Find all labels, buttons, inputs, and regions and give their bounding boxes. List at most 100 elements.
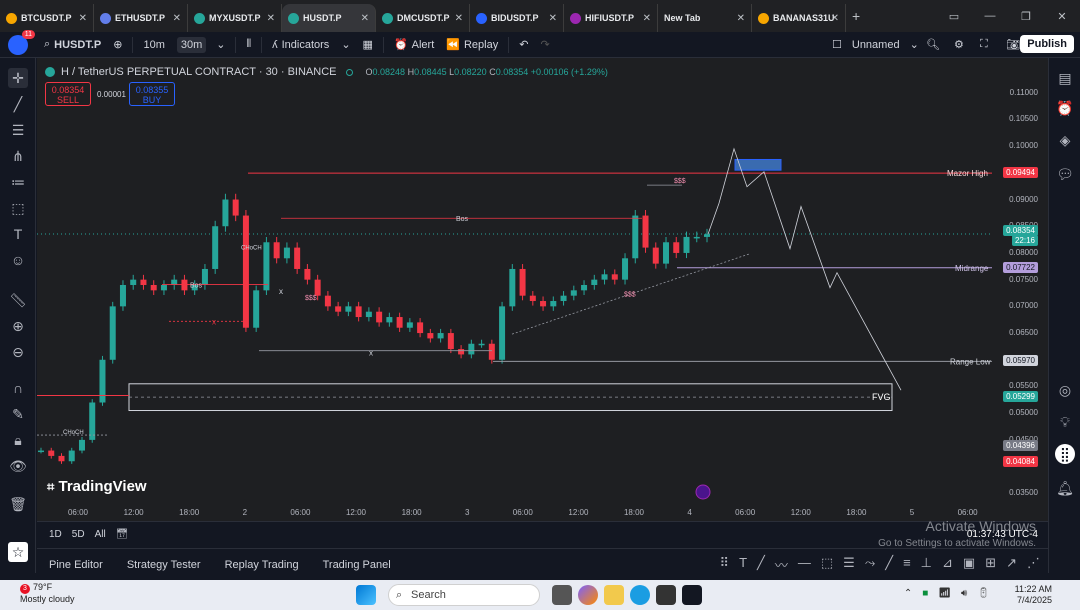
browser-tab[interactable]: DMCUSDT.P ✕ — [376, 4, 470, 32]
user-avatar[interactable]: 11 — [8, 29, 35, 55]
wifi-icon[interactable]: 📶︎ — [938, 588, 951, 599]
battery-icon[interactable]: 🔋︎ — [977, 588, 990, 599]
tab-close-icon[interactable]: ✕ — [267, 13, 275, 24]
alert-button[interactable]: ⏰ Alert — [388, 38, 440, 52]
tab-replay-trading[interactable]: Replay Trading — [213, 559, 311, 571]
buy-button[interactable]: 0.08355 BUY — [129, 82, 175, 106]
tab-close-icon[interactable]: ✕ — [361, 13, 369, 24]
browser-tab[interactable]: HIFIUSDT.P ✕ — [564, 4, 658, 32]
task-view-icon[interactable] — [552, 585, 572, 605]
text-icon[interactable]: T — [8, 224, 28, 244]
restore-button[interactable]: ❐ — [1008, 10, 1044, 23]
star-icon[interactable]: ☆ — [8, 542, 28, 562]
symbol-search[interactable]: ⌕ HUSDT.P — [38, 38, 107, 51]
file-explorer-icon[interactable] — [604, 585, 624, 605]
minimize-button[interactable]: — — [972, 10, 1008, 22]
windows-start-icon[interactable] — [356, 585, 376, 605]
chart-clock[interactable]: 01:37:43 UTC-4 — [967, 529, 1038, 540]
trendline-icon[interactable]: ╱ — [757, 555, 765, 574]
text-icon[interactable]: T — [739, 555, 747, 574]
parallel-channel-icon[interactable]: ≡ — [903, 555, 911, 574]
time-axis[interactable]: 06:00 12:00 18:00 2 06:00 12:00 18:00 3 06:00 12:… — [37, 505, 1048, 521]
alarm-clock-icon[interactable]: ⏰ — [1055, 98, 1075, 118]
price-range-icon[interactable]: ▣ — [963, 555, 975, 574]
vertical-line-icon[interactable]: ⊥ — [921, 555, 932, 574]
layers-icon[interactable]: ◈ — [1055, 130, 1075, 150]
sell-button[interactable]: 0.08354 SELL — [45, 82, 91, 106]
emoji-icon[interactable]: ☺ — [8, 250, 28, 270]
redo-button[interactable]: ↷ — [534, 38, 555, 51]
browser-tab[interactable]: BTCUSDT.P ✕ — [0, 4, 94, 32]
indicators-button[interactable]: ʎ Indicators ⌄ — [266, 38, 356, 52]
tab-trading-panel[interactable]: Trading Panel — [311, 559, 403, 571]
tab-close-icon[interactable]: ✕ — [455, 13, 463, 24]
tab-search-icon[interactable]: ▭ — [936, 10, 972, 23]
fib-icon[interactable]: ≔ — [8, 172, 28, 192]
apps-grid-icon[interactable]: ⣿ — [1055, 444, 1075, 464]
browser-tab[interactable]: BIDUSDT.P ✕ — [470, 4, 564, 32]
edge-icon[interactable] — [630, 585, 650, 605]
store-icon[interactable] — [656, 585, 676, 605]
tab-close-icon[interactable]: ✕ — [173, 13, 181, 24]
chart-type-button[interactable]: ⫴ — [240, 38, 257, 51]
chart-pane[interactable]: Mazor High Midrange Range Low FVG Bos Bos CHoC… — [37, 58, 1048, 520]
tab-close-icon[interactable]: ✕ — [79, 13, 87, 24]
ruler-icon[interactable]: 📏︎ — [8, 290, 28, 310]
copilot-icon[interactable] — [578, 585, 598, 605]
horizontal-line-icon[interactable]: — — [798, 555, 811, 574]
drag-handle-icon[interactable]: ⠿ — [720, 555, 730, 574]
close-window-button[interactable]: ✕ — [1044, 10, 1080, 23]
trendline-icon[interactable]: ╱ — [8, 94, 28, 114]
compare-button[interactable]: ⊕ — [107, 38, 128, 51]
target-icon[interactable]: ◎ — [1055, 380, 1075, 400]
replay-button[interactable]: ⏪ Replay — [440, 38, 504, 52]
settings-button[interactable]: ⚙ — [948, 38, 970, 51]
range-1d[interactable]: 1D — [49, 529, 62, 540]
date-range-icon[interactable]: ⊞ — [985, 555, 996, 574]
browser-tab[interactable]: BANANAS31U ✕ — [752, 4, 846, 32]
weather-widget[interactable]: 3 79°F Mostly cloudy — [20, 582, 75, 605]
range-5d[interactable]: 5D — [72, 529, 85, 540]
lightbulb-icon[interactable]: 💡︎ — [1055, 412, 1075, 432]
fib-icon[interactable]: ☰ — [843, 555, 855, 574]
chevron-up-icon[interactable]: ⌃ — [904, 588, 912, 599]
timeframe-30m[interactable]: 30m ⌄ — [171, 36, 232, 53]
chat-icon[interactable]: 💬︎ — [1055, 164, 1075, 184]
green-app-icon[interactable]: ■ — [922, 588, 928, 599]
volume-icon[interactable]: 🔊︎ — [961, 588, 967, 599]
layout-name-button[interactable]: ☐ Unnamed ⌄ — [826, 38, 925, 52]
taskbar-search-box[interactable]: ⌕ Search — [388, 584, 540, 606]
trash-icon[interactable]: 🗑︎ — [8, 494, 28, 514]
tab-close-icon[interactable]: ✕ — [549, 13, 557, 24]
browser-tab[interactable]: New Tab ✕ — [658, 4, 752, 32]
pitchfork-icon[interactable]: ⋔ — [8, 146, 28, 166]
pencil-lock-icon[interactable]: ✎ — [8, 404, 28, 424]
calendar-icon[interactable]: 📅︎ — [116, 529, 129, 540]
crosshair-icon[interactable]: ✛ — [8, 68, 28, 88]
brush-icon[interactable]: ⤳ — [865, 555, 875, 574]
tab-close-icon[interactable]: ✕ — [831, 13, 839, 24]
publish-button[interactable]: Publish — [1020, 35, 1074, 53]
layout-grid-button[interactable]: ▦ — [357, 38, 379, 51]
browser-tab[interactable]: MYXUSDT.P ✕ — [188, 4, 282, 32]
tab-close-icon[interactable]: ✕ — [643, 13, 651, 24]
price-chart[interactable]: Mazor High Midrange Range Low FVG Bos Bos CHoC… — [37, 58, 1048, 520]
tab-strategy-tester[interactable]: Strategy Tester — [115, 559, 213, 571]
zoom-in-icon[interactable]: ⊕ — [8, 316, 28, 336]
shapes-icon[interactable]: ⬚ — [8, 198, 28, 218]
long-position-icon[interactable]: ⊿ — [942, 555, 953, 574]
lock-icon[interactable]: 🔒︎ — [8, 430, 28, 450]
timeframe-10m[interactable]: 10m — [137, 39, 170, 51]
tab-pine-editor[interactable]: Pine Editor — [37, 559, 115, 571]
arrow-icon[interactable]: ↗ — [1006, 555, 1017, 574]
browser-tab[interactable]: ETHUSDT.P ✕ — [94, 4, 188, 32]
range-all[interactable]: All — [95, 529, 106, 540]
watchlist-icon[interactable]: ▤ — [1055, 68, 1075, 88]
bell-icon[interactable]: 🔔︎ — [1055, 478, 1075, 498]
rectangle-icon[interactable]: ⬚ — [821, 555, 833, 574]
new-tab-button[interactable]: + — [852, 8, 860, 24]
undo-button[interactable]: ↶ — [513, 38, 534, 51]
eye-icon[interactable]: 👁︎ — [8, 456, 28, 476]
horizontal-lines-icon[interactable]: ☰ — [8, 120, 28, 140]
path-icon[interactable]: 〰 — [775, 555, 788, 574]
